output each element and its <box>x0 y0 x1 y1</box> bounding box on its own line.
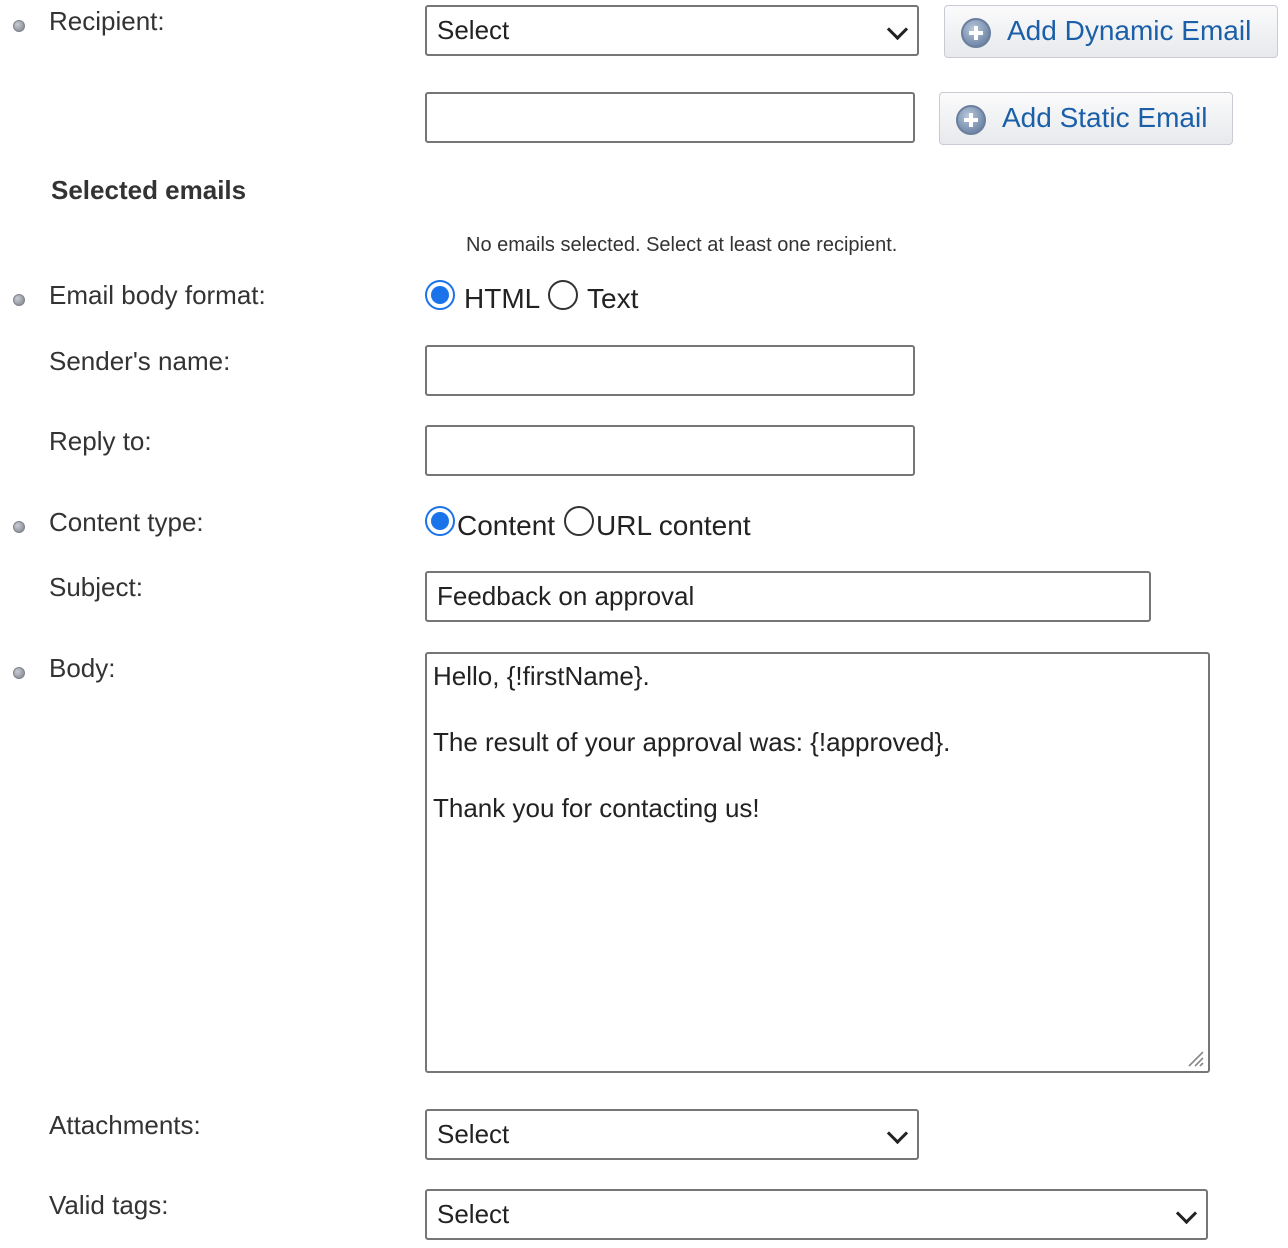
email-body-format-label: Email body format: <box>49 280 266 310</box>
recipient-select[interactable]: Select <box>425 5 919 56</box>
senders-name-input[interactable] <box>425 345 915 396</box>
reply-to-input[interactable] <box>425 425 915 476</box>
add-dynamic-email-label: Add Dynamic Email <box>1007 15 1252 46</box>
reply-to-label: Reply to: <box>49 426 152 456</box>
attachments-label: Attachments: <box>49 1110 201 1140</box>
subject-label: Subject: <box>49 572 143 602</box>
recipient-label: Recipient: <box>49 6 165 36</box>
required-bullet-icon <box>13 667 25 679</box>
add-static-email-label: Add Static Email <box>1002 102 1208 133</box>
body-textarea[interactable]: Hello, {!firstName}. The result of your … <box>425 652 1210 1073</box>
senders-name-label: Sender's name: <box>49 346 231 376</box>
radio-content-label: Content <box>457 510 556 541</box>
body-label: Body: <box>49 653 116 683</box>
selected-emails-heading: Selected emails <box>51 175 247 205</box>
required-bullet-icon <box>13 20 25 32</box>
radio-url-content[interactable] <box>564 506 594 536</box>
required-bullet-icon <box>13 294 25 306</box>
radio-url-content-label: URL content <box>596 510 751 541</box>
body-line: Hello, {!firstName}. <box>433 661 650 691</box>
chevron-down-icon <box>886 1122 909 1144</box>
valid-tags-label: Valid tags: <box>49 1190 169 1220</box>
add-circle-icon <box>956 105 986 135</box>
content-type-label: Content type: <box>49 507 204 537</box>
required-bullet-icon <box>13 521 25 533</box>
valid-tags-select-value: Select <box>437 1199 510 1229</box>
chevron-down-icon <box>886 18 909 40</box>
radio-content[interactable] <box>425 506 455 536</box>
attachments-select-value: Select <box>437 1119 510 1149</box>
subject-input[interactable]: Feedback on approval <box>425 571 1151 622</box>
add-static-email-button[interactable]: Add Static Email <box>939 92 1233 145</box>
body-line: The result of your approval was: {!appro… <box>433 727 951 757</box>
valid-tags-select[interactable]: Select <box>425 1189 1208 1240</box>
chevron-down-icon <box>1175 1202 1198 1224</box>
radio-html[interactable] <box>425 280 455 310</box>
radio-text-label: Text <box>587 283 639 314</box>
resize-grip-icon[interactable] <box>1186 1049 1204 1067</box>
radio-text[interactable] <box>548 280 578 310</box>
no-emails-message: No emails selected. Select at least one … <box>466 234 898 256</box>
body-line: Thank you for contacting us! <box>433 793 760 823</box>
static-email-input[interactable] <box>425 92 915 143</box>
add-circle-icon <box>961 18 991 48</box>
recipient-select-value: Select <box>437 15 510 45</box>
attachments-select[interactable]: Select <box>425 1109 919 1160</box>
radio-html-label: HTML <box>464 283 541 314</box>
add-dynamic-email-button[interactable]: Add Dynamic Email <box>944 5 1278 58</box>
